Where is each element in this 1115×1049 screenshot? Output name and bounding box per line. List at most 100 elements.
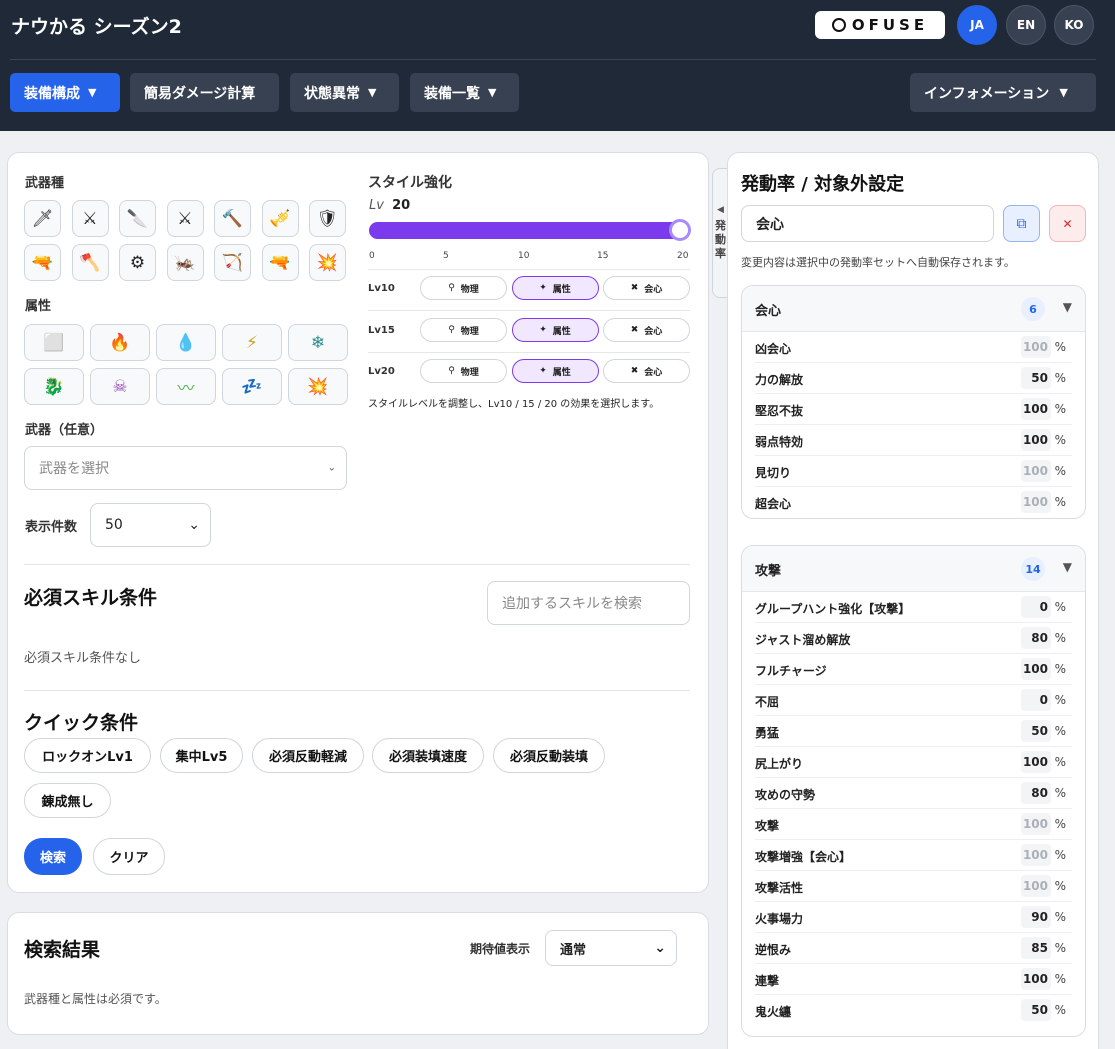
style-option-pill[interactable]: ⚲ 物理 <box>420 359 507 383</box>
skill-rate-input[interactable]: 100 <box>1021 398 1051 420</box>
great-sword-icon[interactable]: 🔪 <box>119 200 156 237</box>
poison-icon[interactable]: ☠ <box>90 368 150 405</box>
bow-icon[interactable]: 🏹 <box>214 244 251 281</box>
water-icon[interactable]: 💧 <box>156 324 216 361</box>
hunting-horn-icon[interactable]: 🎺 <box>261 200 299 237</box>
count-select[interactable]: 50 ⌄ <box>90 503 211 547</box>
skill-rate-input[interactable]: 100 <box>1021 875 1051 897</box>
style-title: スタイル強化 <box>368 175 452 191</box>
side-panel-toggle[interactable]: ◀ 発 動 率 <box>712 168 728 298</box>
lang-ko-button[interactable]: KO <box>1054 5 1094 45</box>
skill-name: 攻めの守勢 <box>755 788 816 802</box>
lang-en-button[interactable]: EN <box>1006 5 1046 45</box>
element-icon: ✦ <box>539 366 547 376</box>
skill-rate-input[interactable]: 80 <box>1021 782 1051 804</box>
style-option-pill[interactable]: ✖ 会心 <box>603 318 690 342</box>
copy-icon: ⧉ <box>1016 215 1027 232</box>
nav-information[interactable]: インフォメーション ▼ <box>910 73 1096 112</box>
style-option-pill[interactable]: ✦ 属性 <box>511 276 599 300</box>
heavy-bowgun-icon[interactable]: 💥 <box>309 244 346 281</box>
clear-button[interactable]: クリア <box>93 838 165 875</box>
quick-chip[interactable]: ロックオンLv1 <box>24 738 151 773</box>
ice-icon[interactable]: ❄ <box>288 324 348 361</box>
nav-equip-build[interactable]: 装備構成 ▼ <box>10 73 120 112</box>
skill-search-input[interactable]: 追加するスキルを検索 <box>487 581 690 625</box>
style-option-pill[interactable]: ✖ 会心 <box>603 359 690 383</box>
skill-rate-input[interactable]: 50 <box>1021 367 1051 389</box>
skill-rate-input[interactable]: 100 <box>1021 336 1051 358</box>
quick-chip[interactable]: 必須反動装填 <box>493 738 605 773</box>
skill-name: 超会心 <box>755 497 792 511</box>
paralysis-icon[interactable]: 〰 <box>156 368 216 405</box>
skill-rate-input[interactable]: 90 <box>1021 906 1051 928</box>
style-option-label: 属性 <box>552 367 571 378</box>
skill-name: 鬼火纏 <box>755 1005 792 1019</box>
switch-axe-icon[interactable]: 🪓 <box>71 244 109 281</box>
slider-tick: 15 <box>597 251 609 261</box>
dragon-icon[interactable]: 🐉 <box>24 368 84 405</box>
nav-status[interactable]: 状態異常 ▼ <box>290 73 399 112</box>
style-option-pill[interactable]: ⚲ 物理 <box>420 318 507 342</box>
skill-rate-input[interactable]: 100 <box>1021 429 1051 451</box>
copy-set-button[interactable]: ⧉ <box>1003 205 1040 242</box>
blast-icon[interactable]: 💥 <box>288 368 348 405</box>
ofuse-label: OFUSE <box>851 16 929 34</box>
lang-ja-button[interactable]: JA <box>957 5 997 45</box>
skill-group-header[interactable]: 会心 6 ▼ <box>742 286 1085 332</box>
skill-rate-input[interactable]: 100 <box>1021 813 1051 835</box>
critical-icon: ✖ <box>630 283 639 293</box>
style-level-slider[interactable] <box>369 222 683 239</box>
hammer-icon[interactable]: 🔨 <box>214 200 251 237</box>
quick-chip[interactable]: 必須装填速度 <box>372 738 484 773</box>
skill-rate-input[interactable]: 80 <box>1021 627 1051 649</box>
thunder-icon[interactable]: ⚡ <box>222 324 282 361</box>
style-level-slider-thumb[interactable] <box>669 219 691 241</box>
search-button[interactable]: 検索 <box>24 838 82 875</box>
expected-select[interactable]: 通常 ⌄ <box>545 930 677 966</box>
light-bowgun-icon[interactable]: 🔫 <box>261 244 299 281</box>
style-option-pill[interactable]: ✖ 会心 <box>603 276 690 300</box>
results-message: 武器種と属性は必須です。 <box>24 992 167 1006</box>
skill-rate-input[interactable]: 50 <box>1021 720 1051 742</box>
nav-equip-list[interactable]: 装備一覧 ▼ <box>410 73 519 112</box>
sleep-icon[interactable]: 💤 <box>222 368 282 405</box>
sword-shield-icon[interactable]: 🗡 <box>24 200 61 237</box>
skill-rate-input[interactable]: 100 <box>1021 491 1051 513</box>
required-skills-title: 必須スキル条件 <box>24 587 158 609</box>
quick-chip[interactable]: 集中Lv5 <box>160 738 243 773</box>
weapon-select[interactable]: 武器を選択 ⌄ <box>24 446 347 490</box>
skill-group-count-badge: 14 <box>1021 557 1045 581</box>
quick-chip[interactable]: 必須反動軽減 <box>252 738 364 773</box>
style-option-pill[interactable]: ✦ 属性 <box>511 318 599 342</box>
skill-rate-input[interactable]: 0 <box>1021 596 1051 618</box>
style-option-pill[interactable]: ✦ 属性 <box>511 359 599 383</box>
skill-rate-input[interactable]: 100 <box>1021 460 1051 482</box>
percent-label: % <box>1054 600 1066 614</box>
delete-set-button[interactable]: ✕ <box>1049 205 1086 242</box>
dual-blades-icon[interactable]: ⚔ <box>71 200 109 237</box>
long-sword-icon[interactable]: ⚔ <box>166 200 204 237</box>
lance-icon[interactable]: 🛡 <box>309 200 346 237</box>
skill-rate-input[interactable]: 0 <box>1021 689 1051 711</box>
top-bar: ナウかる シーズン2 OFUSE JA EN KO 装備構成 ▼ 簡易ダメージ計… <box>0 0 1115 131</box>
ofuse-button[interactable]: OFUSE <box>815 11 945 39</box>
rate-set-name-input[interactable]: 会心 <box>741 205 994 242</box>
quick-chip[interactable]: 錬成無し <box>24 783 111 818</box>
nav-simple-damage[interactable]: 簡易ダメージ計算 <box>130 73 279 112</box>
style-option-pill[interactable]: ⚲ 物理 <box>420 276 507 300</box>
skill-rate-input[interactable]: 100 <box>1021 658 1051 680</box>
insect-glaive-icon[interactable]: 🦗 <box>166 244 204 281</box>
skill-rate-input[interactable]: 100 <box>1021 968 1051 990</box>
fire-icon[interactable]: 🔥 <box>90 324 150 361</box>
percent-label: % <box>1054 724 1066 738</box>
skill-rate-input[interactable]: 50 <box>1021 999 1051 1021</box>
skill-rate-input[interactable]: 85 <box>1021 937 1051 959</box>
skill-rate-input[interactable]: 100 <box>1021 751 1051 773</box>
skill-rate-row: 凶会心 100% <box>755 332 1072 363</box>
none-icon[interactable]: ⬜ <box>24 324 84 361</box>
charge-blade-icon[interactable]: ⚙ <box>119 244 156 281</box>
skill-group-header[interactable]: 攻撃 14 ▼ <box>742 546 1085 592</box>
skill-rate-input[interactable]: 100 <box>1021 844 1051 866</box>
style-row-level: Lv10 <box>368 283 395 294</box>
gunlance-icon[interactable]: 🔫 <box>24 244 61 281</box>
